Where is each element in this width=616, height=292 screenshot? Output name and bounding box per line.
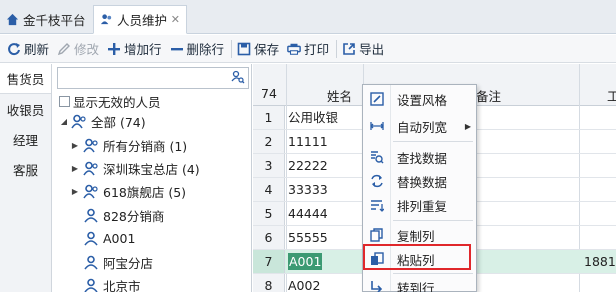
show-invalid-checkbox[interactable]: [59, 96, 70, 107]
row-number: 2: [253, 130, 285, 153]
tree-node-a001[interactable]: A001: [53, 227, 252, 250]
tab-personnel[interactable]: 人员维护 ✕: [93, 5, 187, 34]
expanded-arrow-icon[interactable]: ◢: [59, 117, 69, 126]
row-number: 5: [253, 202, 285, 225]
user-group-icon: [83, 161, 98, 176]
user-icon: [84, 278, 98, 292]
style-icon: [370, 92, 384, 106]
cell-name[interactable]: 44444: [287, 202, 328, 225]
printer-icon: [287, 42, 301, 56]
user-group-icon: [83, 185, 98, 199]
tab-platform[interactable]: 金千枝平台: [0, 5, 92, 34]
cell-name[interactable]: 33333: [287, 178, 328, 201]
user-icon: [84, 231, 98, 246]
toolbar-divider: [336, 39, 338, 58]
refresh-button[interactable]: 刷新: [4, 37, 54, 61]
cell-name[interactable]: 55555: [287, 226, 328, 249]
cell-name[interactable]: A001: [287, 250, 323, 273]
cell-name[interactable]: 公用收银: [287, 106, 338, 129]
tab-bar: 金千枝平台 人员维护 ✕: [0, 0, 616, 34]
row-number: 8: [253, 274, 285, 292]
user-search-icon[interactable]: [231, 70, 245, 84]
export-button[interactable]: 导出: [339, 37, 389, 61]
show-invalid-label: 显示无效的人员: [73, 95, 161, 110]
find-icon: [371, 151, 384, 164]
add-row-button[interactable]: 增加行: [104, 37, 167, 61]
toolbar: 刷新 修改 增加行 删除行 保存 打印 导出: [0, 35, 616, 63]
goto-icon: [371, 281, 383, 292]
close-icon[interactable]: ✕: [171, 13, 180, 26]
menu-separator: [393, 273, 473, 274]
tree-node-618[interactable]: ▶ 618旗舰店 (5): [53, 180, 252, 203]
tab-salesperson[interactable]: 售货员: [0, 64, 51, 94]
menu-item-replace-data[interactable]: 替换数据: [363, 169, 476, 193]
menu-item-sort-duplicates[interactable]: 排列重复: [363, 193, 476, 217]
user-group-icon: [100, 14, 112, 25]
minus-icon: [170, 42, 184, 56]
column-header-remark[interactable]: 备注: [476, 86, 501, 105]
menu-item-auto-width[interactable]: 自动列宽 ▶: [363, 114, 476, 138]
user-icon: [84, 255, 98, 270]
autowidth-icon: [370, 122, 384, 130]
highlight-box: [363, 244, 471, 270]
menu-item-find-data[interactable]: 查找数据: [363, 145, 476, 169]
tab-cashier[interactable]: 收银员: [0, 94, 51, 124]
menu-separator: [393, 220, 473, 221]
row-number: 4: [253, 178, 285, 201]
column-header-name[interactable]: 姓名: [327, 86, 352, 105]
row-number: 7: [253, 250, 285, 273]
search-input[interactable]: [57, 67, 249, 89]
cell-name[interactable]: 22222: [287, 154, 328, 177]
user-icon: [84, 208, 98, 223]
cell-name[interactable]: A002: [287, 274, 320, 292]
toolbar-divider: [231, 39, 233, 58]
copy-icon: [370, 228, 383, 242]
cell-name[interactable]: 11111: [287, 130, 328, 153]
show-invalid-row[interactable]: 显示无效的人员: [59, 92, 161, 111]
tree-node-all[interactable]: ◢ 全部 (74): [53, 110, 252, 133]
row-number: 1: [253, 106, 285, 129]
tab-manager[interactable]: 经理: [0, 124, 51, 154]
tree-node-828[interactable]: 828分销商: [53, 204, 252, 227]
column-header-last[interactable]: 工: [607, 86, 616, 105]
org-tree: ◢ 全部 (74) ▶ 所有分销商 (1) ▶ 深圳珠宝总店 (4) ▶ 618…: [53, 110, 252, 292]
tree-node-beijing[interactable]: 北京市: [53, 274, 252, 292]
tree-node-distributors[interactable]: ▶ 所有分销商 (1): [53, 133, 252, 156]
delete-row-button[interactable]: 删除行: [167, 37, 230, 61]
row-number: 3: [253, 154, 285, 177]
tab-platform-label: 金千枝平台: [23, 13, 86, 28]
export-icon: [342, 42, 356, 56]
tree-node-abao[interactable]: 阿宝分店: [53, 250, 252, 273]
collapsed-arrow-icon[interactable]: ▶: [70, 187, 80, 196]
tab-customer-service[interactable]: 客服: [0, 154, 51, 184]
plus-icon: [107, 42, 121, 56]
home-icon: [6, 13, 19, 26]
collapsed-arrow-icon[interactable]: ▶: [70, 141, 80, 150]
pencil-icon: [57, 42, 71, 56]
menu-separator: [393, 141, 473, 142]
collapsed-arrow-icon[interactable]: ▶: [70, 164, 80, 173]
tree-panel: 显示无效的人员 ◢ 全部 (74) ▶ 所有分销商 (1) ▶ 深圳珠宝总店 (…: [53, 64, 252, 292]
tree-node-shenzhen[interactable]: ▶ 深圳珠宝总店 (4): [53, 157, 252, 180]
row-count: 74: [261, 86, 277, 101]
row-number: 6: [253, 226, 285, 249]
role-tabs: 售货员 收银员 经理 客服: [0, 64, 52, 292]
edit-button[interactable]: 修改: [54, 37, 104, 61]
menu-item-set-style[interactable]: 设置风格: [363, 87, 476, 111]
cell-name-text: A001: [288, 253, 323, 270]
tab-personnel-label: 人员维护: [117, 13, 168, 28]
print-button[interactable]: 打印: [284, 37, 334, 61]
user-group-icon: [83, 138, 98, 153]
replace-icon: [371, 174, 383, 188]
save-button[interactable]: 保存: [234, 37, 284, 61]
user-group-icon: [71, 114, 86, 129]
cell-phone[interactable]: 1881: [584, 250, 616, 273]
menu-item-goto-row[interactable]: 转到行: [363, 275, 476, 292]
sort-icon: [371, 200, 384, 212]
save-icon: [237, 42, 251, 56]
refresh-icon: [7, 42, 21, 56]
submenu-arrow-icon: ▶: [464, 121, 471, 131]
